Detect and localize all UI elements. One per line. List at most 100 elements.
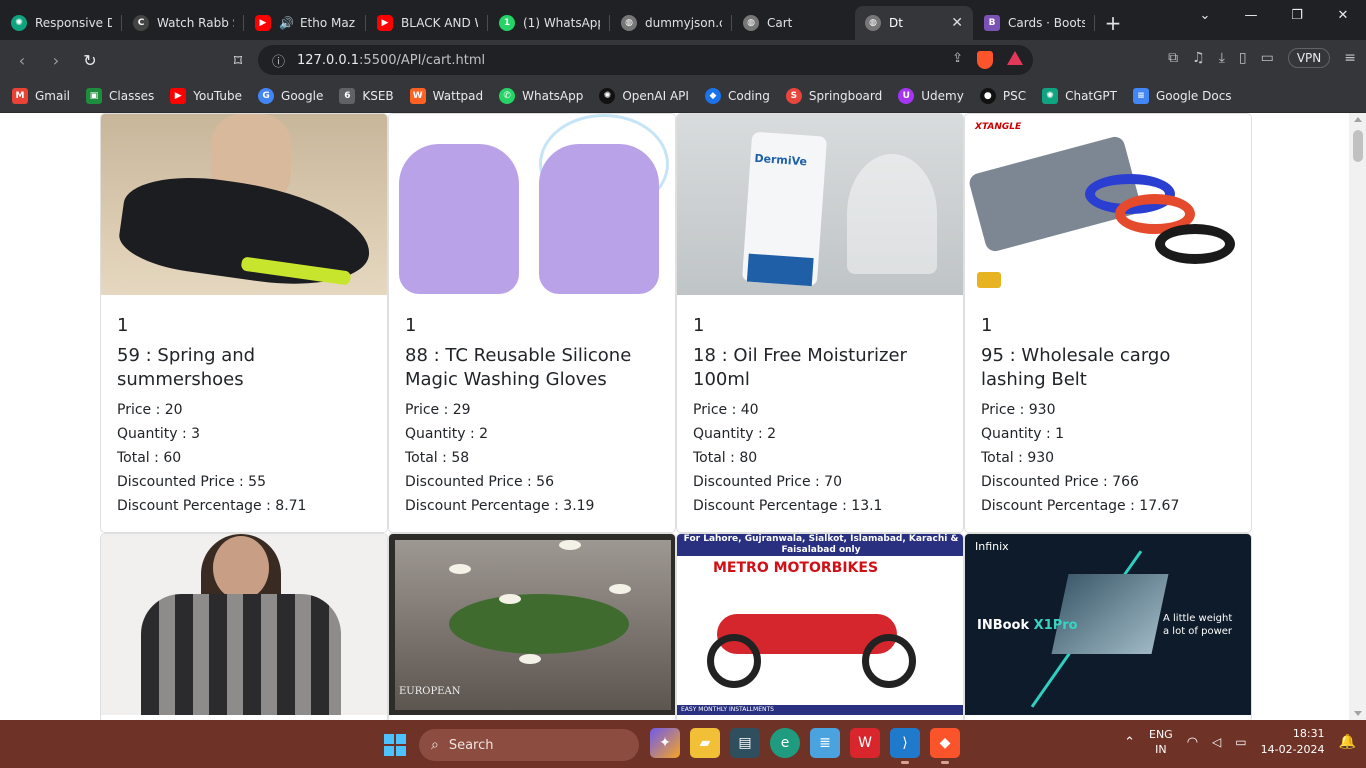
tab-watch-rabb[interactable]: C Watch Rabb Se xyxy=(123,6,244,40)
product-image xyxy=(389,114,675,295)
tab-bootstrap-cards[interactable]: B Cards · Bootst xyxy=(974,6,1095,40)
tab-responsive-design[interactable]: ✺ Responsive De xyxy=(1,6,122,40)
wifi-icon[interactable]: ◠ xyxy=(1187,735,1198,750)
wps-office-icon[interactable]: W xyxy=(850,728,880,758)
bookmark-label: Gmail xyxy=(35,89,71,103)
bookmark-gmail[interactable]: M Gmail xyxy=(12,88,70,104)
price-text: Price : 20 xyxy=(117,402,183,418)
bookmark-youtube[interactable]: ▶ YouTube xyxy=(170,88,242,104)
bike-footer: EASY MONTHLY INSTALLMENTS xyxy=(677,705,963,715)
total-text: Total : 930 xyxy=(981,450,1055,466)
media-icon[interactable]: ♫ xyxy=(1192,50,1205,66)
volume-icon[interactable]: ◁ xyxy=(1212,735,1221,749)
cart-card: 1 59 : Spring and summershoes Price : 20… xyxy=(100,113,388,533)
close-icon[interactable]: ✕ xyxy=(951,15,963,31)
battery-icon[interactable]: ▭ xyxy=(1235,735,1246,749)
notification-bell-icon[interactable]: 🔔 xyxy=(1339,734,1356,750)
discount-percentage-text: Discount Percentage : 3.19 xyxy=(405,498,595,514)
clock-date: 14-02-2024 xyxy=(1260,743,1325,756)
windows-start-icon[interactable] xyxy=(384,734,406,756)
share-icon[interactable]: ⇪ xyxy=(952,51,963,69)
whatsapp-icon: 1 xyxy=(499,15,515,31)
product-image: For Lahore, Gujranwala, Sialkot, Islamab… xyxy=(677,534,963,715)
bookmark-chatgpt[interactable]: ✺ ChatGPT xyxy=(1042,88,1117,104)
belt-brand: XTANGLE xyxy=(975,122,1022,132)
extensions-icon[interactable]: ⧉ xyxy=(1168,50,1178,66)
bookmark-google-docs[interactable]: ≡ Google Docs xyxy=(1133,88,1232,104)
tab-cart[interactable]: ◍ Cart xyxy=(733,6,854,40)
bookmark-udemy[interactable]: U Udemy xyxy=(898,88,964,104)
brave-icon[interactable]: ◆ xyxy=(930,728,960,764)
notepad-icon[interactable]: ≣ xyxy=(810,728,840,758)
scrollbar-thumb[interactable] xyxy=(1353,130,1363,162)
file-explorer-icon[interactable]: ▰ xyxy=(690,728,720,758)
globe-icon: ◍ xyxy=(865,15,881,31)
reload-button[interactable]: ↻ xyxy=(74,44,106,76)
bookmark-label: ChatGPT xyxy=(1065,89,1117,103)
copilot-icon[interactable]: ✦ xyxy=(650,728,680,758)
discounted-price-text: Discounted Price : 766 xyxy=(981,474,1139,490)
minimize-button[interactable]: — xyxy=(1228,0,1274,30)
lang-top: ENG xyxy=(1149,728,1173,741)
tab-search-icon[interactable]: ⌄ xyxy=(1182,0,1228,30)
openai-icon: ✺ xyxy=(599,88,616,104)
forward-button[interactable]: › xyxy=(40,44,72,76)
tab-dt[interactable]: ◍ Dt ✕ xyxy=(855,6,973,40)
discounted-price-text: Discounted Price : 55 xyxy=(117,474,266,490)
brave-rewards-icon[interactable] xyxy=(1007,51,1023,65)
globe-icon: ◍ xyxy=(743,15,759,31)
sidebar-icon[interactable]: ▯ xyxy=(1239,50,1247,66)
site-info-icon[interactable]: ⓘ xyxy=(272,51,285,70)
taskbar-search[interactable]: ⌕ Search xyxy=(419,729,639,761)
vscode-icon[interactable]: ⟩ xyxy=(890,728,920,764)
wallet-icon[interactable]: ▭ xyxy=(1261,50,1274,66)
card-body: 1 18 : Oil Free Moisturizer 100ml Price … xyxy=(677,295,963,532)
system-tray: ⌃ ENG IN ◠ ◁ ▭ 18:31 14-02-2024 🔔 xyxy=(1124,726,1356,758)
clock[interactable]: 18:31 14-02-2024 xyxy=(1261,726,1325,758)
bookmark-label: YouTube xyxy=(193,89,243,103)
bookmark-classes[interactable]: ▣ Classes xyxy=(86,88,154,104)
whatsapp-icon: ✆ xyxy=(499,88,516,104)
language-indicator[interactable]: ENG IN xyxy=(1149,727,1173,757)
close-window-button[interactable]: ✕ xyxy=(1320,0,1366,30)
tab-dummyjson[interactable]: ◍ dummyjson.co xyxy=(611,6,732,40)
restore-button[interactable]: ❐ xyxy=(1274,0,1320,30)
bookmark-kseb[interactable]: 6 KSEB xyxy=(339,88,394,104)
bookmark-openai-api[interactable]: ✺ OpenAI API xyxy=(599,88,689,104)
bookmark-psc[interactable]: ● PSC xyxy=(979,88,1026,104)
tab-whatsapp[interactable]: 1 (1) WhatsApp xyxy=(489,6,610,40)
bookmark-coding[interactable]: ◆ Coding xyxy=(704,88,770,104)
chevron-up-icon[interactable]: ⌃ xyxy=(1124,735,1135,750)
terminal-icon[interactable]: ▤ xyxy=(730,728,760,758)
bookmark-google[interactable]: G Google xyxy=(258,88,323,104)
page-scrollbar[interactable] xyxy=(1349,113,1366,720)
tab-title: Watch Rabb Se xyxy=(157,16,234,30)
card-heading: 1 xyxy=(981,315,993,336)
tab-etho-mazh[interactable]: ▶ 🔊 Etho Mazh xyxy=(245,6,366,40)
gmail-icon: M xyxy=(12,88,28,104)
product-image xyxy=(101,534,387,715)
youtube-icon: ▶ xyxy=(255,15,271,31)
product-image: EUROPEAN xyxy=(389,534,675,715)
product-title: 18 : Oil Free Moisturizer 100ml xyxy=(693,345,907,390)
bike-ad-band: For Lahore, Gujranwala, Sialkot, Islamab… xyxy=(677,534,963,556)
brave-shields-icon[interactable] xyxy=(977,51,993,69)
new-tab-button[interactable]: + xyxy=(1095,6,1131,40)
bookmark-wattpad[interactable]: W Wattpad xyxy=(409,88,483,104)
bookmark-icon[interactable]: ⌑ xyxy=(222,44,254,76)
menu-icon[interactable]: ≡ xyxy=(1344,50,1356,66)
back-button[interactable]: ‹ xyxy=(6,44,38,76)
taskbar: ⌕ Search ✦ ▰ ▤ e ≣ W ⟩ ◆ ⌃ ENG IN ◠ ◁ ▭ 18… xyxy=(0,720,1366,768)
edge-icon[interactable]: e xyxy=(770,728,800,758)
download-icon[interactable]: ⤓ xyxy=(1219,50,1225,66)
cart-grid: 1 59 : Spring and summershoes Price : 20… xyxy=(100,113,1252,720)
vpn-button[interactable]: VPN xyxy=(1287,48,1331,68)
tab-black-and-white[interactable]: ▶ BLACK AND W xyxy=(367,6,488,40)
laptop-name: INBook X1Pro xyxy=(977,618,1078,633)
speaker-icon[interactable]: 🔊 xyxy=(279,16,294,30)
cream-brand: DermiVe xyxy=(754,151,808,169)
bookmark-springboard[interactable]: S Springboard xyxy=(785,88,882,104)
bookmark-whatsapp[interactable]: ✆ WhatsApp xyxy=(499,88,583,104)
product-image: XTANGLE xyxy=(965,114,1251,295)
address-bar[interactable]: ⓘ 127.0.0.1:5500/API/cart.html ⇪ xyxy=(258,45,1033,75)
